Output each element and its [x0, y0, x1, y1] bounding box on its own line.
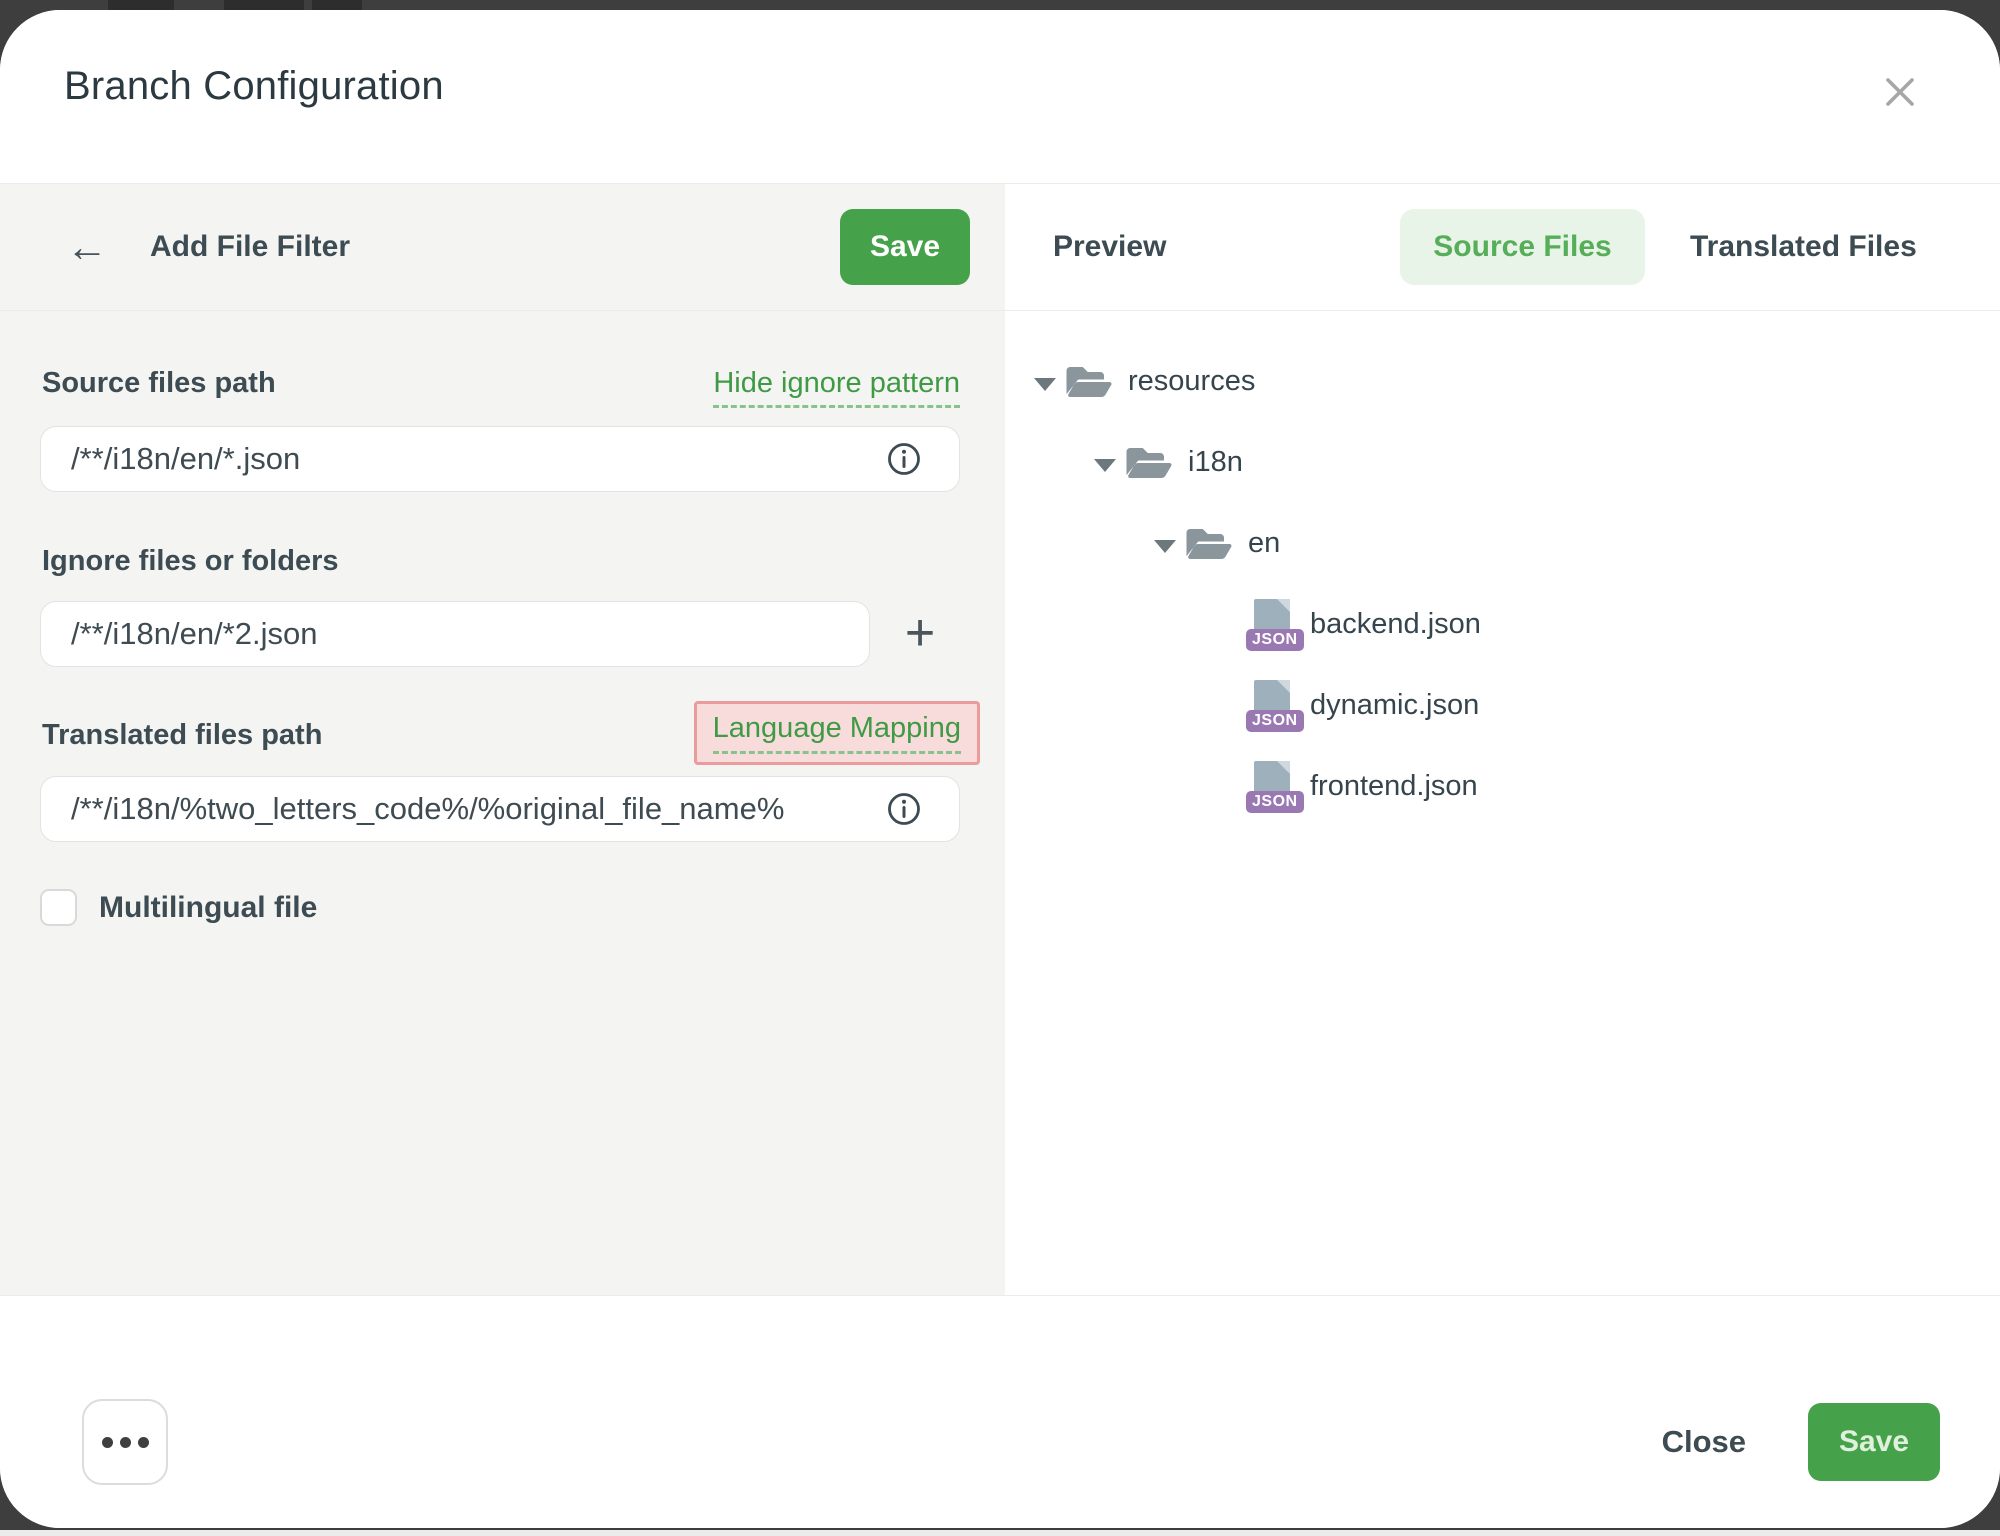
- preview-title: Preview: [1053, 230, 1166, 264]
- modal-header: Branch Configuration: [0, 10, 2000, 184]
- source-files-path-input[interactable]: [40, 426, 960, 492]
- info-icon[interactable]: [886, 441, 922, 477]
- folder-name: resources: [1128, 365, 1255, 398]
- translated-files-path-input[interactable]: [40, 776, 960, 842]
- modal-body: Source files path Hide ignore pattern Ig…: [0, 311, 2000, 1295]
- tab-translated-files[interactable]: Translated Files: [1690, 230, 1917, 264]
- info-icon[interactable]: [886, 791, 922, 827]
- file-name: frontend.json: [1310, 770, 1478, 803]
- folder-open-icon: [1066, 362, 1112, 402]
- folder-open-icon: [1126, 443, 1172, 483]
- json-file-icon: JSON: [1246, 599, 1294, 651]
- folder-name: en: [1248, 527, 1280, 560]
- close-icon[interactable]: [1880, 72, 1920, 112]
- tree-row-folder[interactable]: en: [1030, 503, 1980, 584]
- hide-ignore-pattern-link[interactable]: Hide ignore pattern: [713, 367, 960, 408]
- language-mapping-link[interactable]: Language Mapping: [713, 712, 961, 753]
- save-button[interactable]: Save: [1808, 1403, 1940, 1481]
- file-filter-form: Source files path Hide ignore pattern Ig…: [0, 311, 1005, 1295]
- translated-files-path-label: Translated files path: [42, 719, 322, 752]
- tree-row-folder[interactable]: i18n: [1030, 422, 1980, 503]
- modal-footer: Close Save: [0, 1295, 2000, 1528]
- language-mapping-highlight: Language Mapping: [694, 701, 980, 765]
- chevron-down-icon[interactable]: [1094, 459, 1116, 472]
- add-ignore-pattern-button[interactable]: +: [890, 603, 950, 663]
- ignore-files-label: Ignore files or folders: [42, 545, 339, 577]
- multilingual-file-option[interactable]: Multilingual file: [40, 889, 317, 926]
- add-file-filter-title: Add File Filter: [150, 230, 350, 264]
- file-name: backend.json: [1310, 608, 1481, 641]
- folder-open-icon: [1186, 524, 1232, 564]
- page-title: Branch Configuration: [64, 64, 444, 109]
- background-page-fragment: [0, 1530, 2000, 1536]
- toolbar-row: ← Add File Filter Save Preview Source Fi…: [0, 184, 2000, 311]
- source-files-path-label: Source files path: [42, 367, 276, 400]
- filter-toolbar: ← Add File Filter Save: [0, 184, 1005, 310]
- close-button[interactable]: Close: [1656, 1406, 1752, 1478]
- back-arrow-icon[interactable]: ←: [66, 226, 108, 268]
- background-page-fragment: [312, 0, 362, 10]
- tree-row-file[interactable]: JSON backend.json: [1030, 584, 1980, 665]
- json-badge: JSON: [1246, 710, 1304, 732]
- ellipsis-icon: [138, 1437, 149, 1448]
- folder-name: i18n: [1188, 446, 1243, 479]
- tree-row-file[interactable]: JSON frontend.json: [1030, 746, 1980, 827]
- more-options-button[interactable]: [82, 1399, 168, 1485]
- tree-row-file[interactable]: JSON dynamic.json: [1030, 665, 1980, 746]
- ignore-pattern-input[interactable]: [40, 601, 870, 667]
- json-file-icon: JSON: [1246, 680, 1294, 732]
- file-tree: resources i18n en: [1030, 341, 1980, 827]
- multilingual-label: Multilingual file: [99, 891, 317, 925]
- chevron-down-icon[interactable]: [1034, 378, 1056, 391]
- background-page-fragment: [224, 0, 304, 10]
- preview-toolbar: Preview Source Files Translated Files: [1005, 184, 2000, 310]
- branch-configuration-modal: Branch Configuration ← Add File Filter S…: [0, 10, 2000, 1528]
- multilingual-checkbox[interactable]: [40, 889, 77, 926]
- ellipsis-icon: [102, 1437, 113, 1448]
- json-file-icon: JSON: [1246, 761, 1294, 813]
- file-name: dynamic.json: [1310, 689, 1479, 722]
- file-preview-panel: resources i18n en: [1005, 311, 2000, 1295]
- save-filter-button[interactable]: Save: [840, 209, 970, 285]
- json-badge: JSON: [1246, 791, 1304, 813]
- chevron-down-icon[interactable]: [1154, 540, 1176, 553]
- background-page-fragment: [108, 0, 174, 10]
- ellipsis-icon: [120, 1437, 131, 1448]
- tab-source-files[interactable]: Source Files: [1400, 209, 1645, 285]
- json-badge: JSON: [1246, 629, 1304, 651]
- tree-row-folder[interactable]: resources: [1030, 341, 1980, 422]
